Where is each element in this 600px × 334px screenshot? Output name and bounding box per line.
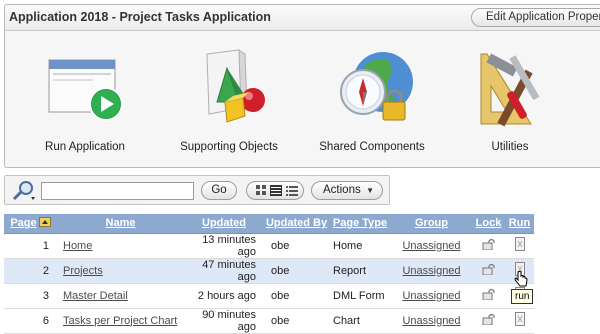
- chevron-down-icon: ▼: [366, 186, 374, 195]
- actions-label: Actions: [323, 184, 361, 196]
- lock-icon[interactable]: [472, 233, 505, 259]
- column-header-group[interactable]: Group: [391, 214, 472, 234]
- supporting-objects-icon: [183, 46, 275, 133]
- updated-by: obe: [264, 258, 329, 284]
- tile-label: Supporting Objects: [180, 141, 278, 153]
- application-panel: Application 2018 - Project Tasks Applica…: [4, 4, 600, 168]
- page-name-link[interactable]: Master Detail: [63, 290, 128, 302]
- group-link[interactable]: Unassigned: [402, 265, 460, 277]
- utilities-icon: [465, 46, 555, 133]
- search-toolbar: Go Actions ▼: [4, 175, 390, 205]
- updated-time: 90 minutes ago: [184, 308, 264, 334]
- page-name-link[interactable]: Tasks per Project Chart: [63, 315, 177, 327]
- application-header: Application 2018 - Project Tasks Applica…: [5, 5, 600, 31]
- hand-cursor-icon: [514, 271, 528, 290]
- utilities-tile[interactable]: Utilities: [445, 32, 575, 166]
- updated-time: 2 hours ago: [184, 283, 264, 309]
- column-header-updated-by[interactable]: Updated By: [264, 214, 329, 234]
- sort-ascending-icon[interactable]: [38, 217, 51, 228]
- pages-report-table: Page Name Updated Updated By Page Type G…: [4, 214, 534, 334]
- table-header-row: Page Name Updated Updated By Page Type G…: [4, 214, 534, 234]
- updated-by: obe: [264, 233, 329, 259]
- lock-icon[interactable]: [472, 258, 505, 284]
- details-view-icon[interactable]: [286, 185, 298, 199]
- group-link[interactable]: Unassigned: [402, 240, 460, 252]
- updated-by: obe: [264, 283, 329, 309]
- shared-components-icon: [323, 46, 421, 133]
- actions-menu-button[interactable]: Actions ▼: [311, 181, 383, 200]
- page-number: 3: [4, 283, 57, 309]
- table-row: 2 Projects 47 minutes ago obe Report Una…: [4, 258, 534, 284]
- tile-label: Shared Components: [319, 141, 425, 153]
- go-button[interactable]: Go: [201, 181, 237, 200]
- run-tooltip: run: [511, 289, 534, 304]
- run-page-icon[interactable]: [505, 308, 534, 334]
- column-header-lock[interactable]: Lock: [472, 214, 505, 234]
- tile-label: Utilities: [491, 141, 529, 153]
- page-type: Report: [329, 258, 391, 284]
- lock-icon[interactable]: [472, 308, 505, 334]
- run-application-icon: [39, 46, 131, 133]
- page-type: Chart: [329, 308, 391, 334]
- table-row: 6 Tasks per Project Chart 90 minutes ago…: [4, 308, 534, 334]
- application-tiles: Run Application Supporting Objects Share…: [5, 32, 600, 167]
- run-application-tile[interactable]: Run Application: [20, 32, 150, 166]
- column-header-run[interactable]: Run: [505, 214, 534, 234]
- shared-components-tile[interactable]: Shared Components: [307, 32, 437, 166]
- column-header-page-type[interactable]: Page Type: [329, 214, 391, 234]
- icons-view-icon[interactable]: [256, 185, 267, 199]
- supporting-objects-tile[interactable]: Supporting Objects: [164, 32, 294, 166]
- page-type: Home: [329, 233, 391, 259]
- column-header-name[interactable]: Name: [57, 214, 184, 234]
- page-type: DML Form: [329, 283, 391, 309]
- search-icon[interactable]: [11, 180, 37, 205]
- table-row: 3 Master Detail 2 hours ago obe DML Form…: [4, 283, 534, 309]
- application-title: Application 2018 - Project Tasks Applica…: [9, 10, 271, 24]
- updated-by: obe: [264, 308, 329, 334]
- edit-application-properties-button[interactable]: Edit Application Properties: [471, 8, 600, 27]
- page-number: 6: [4, 308, 57, 334]
- report-view-icon[interactable]: [270, 185, 282, 199]
- group-link[interactable]: Unassigned: [402, 315, 460, 327]
- table-row: 1 Home 13 minutes ago obe Home Unassigne…: [4, 233, 534, 259]
- page-number: 2: [4, 258, 57, 284]
- column-header-page[interactable]: Page: [4, 214, 57, 234]
- lock-icon[interactable]: [472, 283, 505, 309]
- column-header-updated[interactable]: Updated: [184, 214, 264, 234]
- updated-time: 13 minutes ago: [184, 233, 264, 259]
- view-mode-toggle: [246, 181, 304, 200]
- run-page-icon[interactable]: [505, 233, 534, 259]
- search-input[interactable]: [41, 182, 194, 200]
- page-name-link[interactable]: Projects: [63, 265, 103, 277]
- tile-label: Run Application: [45, 141, 125, 153]
- page-name-link[interactable]: Home: [63, 240, 92, 252]
- updated-time: 47 minutes ago: [184, 258, 264, 284]
- page-number: 1: [4, 233, 57, 259]
- group-link[interactable]: Unassigned: [402, 290, 460, 302]
